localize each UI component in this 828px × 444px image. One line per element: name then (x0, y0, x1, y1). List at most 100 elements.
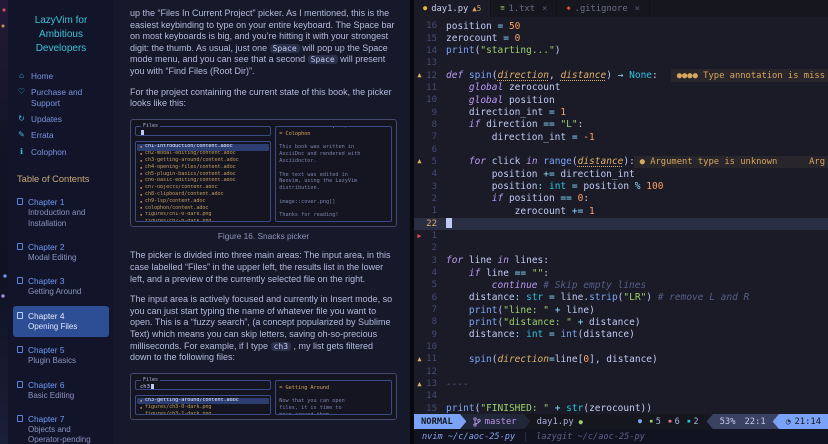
editor-line[interactable]: 16position = 50 (414, 20, 828, 32)
editor-line[interactable]: 11 global zerocount (414, 82, 828, 94)
editor-line[interactable]: 4 position += direction_int (414, 168, 828, 180)
editor-line[interactable]: 3 position: int = position % 100 (414, 180, 828, 192)
statusline-filename: day1.py ● (530, 414, 590, 429)
chapter-number: Chapter 3 (28, 276, 81, 286)
tab-close-icon[interactable]: × (635, 4, 640, 14)
inline-code: Space (270, 44, 300, 53)
editor-line[interactable]: 10 global position (414, 94, 828, 106)
chapter-title: Introduction and Installation (28, 208, 105, 229)
preview-line: Now that you can open (279, 398, 388, 405)
preview-line: distribution. (279, 185, 388, 192)
sidebar-item-purchase-and-support[interactable]: ♡ Purchase and Support (13, 84, 109, 111)
purchase-icon: ♡ (17, 87, 26, 97)
file-path: ch4-opening-files/content.adoc (145, 164, 236, 171)
tab-.gitignore[interactable]: ◆.gitignore× (557, 0, 650, 17)
picker-file-list: ▪ch1-introduction/content.adoc▪ch2-modal… (135, 141, 271, 222)
picker-file-row: ▪colophon/content.adoc (137, 205, 269, 212)
tab-day1.py[interactable]: ●day1.py▲5 (414, 0, 491, 17)
line-number: 13 (425, 379, 446, 389)
file-path: colophon/content.adoc (145, 205, 209, 212)
terminal-tab[interactable]: lazygit ~/c/aoc-25-py (525, 432, 655, 442)
picker-file-row: ▪figures/ch3-1-dark.png (137, 411, 269, 414)
picker-file-row: ▪ch1-introduction/content.adoc (137, 144, 269, 151)
file-path: ch7-objects/content.adoc (145, 185, 218, 192)
editor-line[interactable]: 15zerocount = 0 (414, 32, 828, 44)
editor-line[interactable]: ▲13---- (414, 378, 828, 390)
file-icon: ▪ (140, 166, 142, 170)
editor-line[interactable]: 15print("FINISHED: " + str(zerocount)) (414, 403, 828, 414)
file-path: ch3-getting-around/content.adoc (145, 157, 239, 164)
editor-line[interactable]: 1 zerocount += 1 (414, 205, 828, 217)
line-number: 1 (425, 206, 446, 216)
editor-line[interactable]: 22 (414, 218, 828, 230)
editor-line[interactable]: 13 (414, 57, 828, 69)
editor-line[interactable]: 8 if direction == "L": (414, 119, 828, 131)
warn-sign-icon: ▲ (414, 381, 425, 388)
editor-line[interactable]: ▲11 spin(direction=line[0], distance) (414, 353, 828, 365)
file-icon: ▪ (140, 206, 142, 210)
book-content: up the “Files In Current Project” picker… (114, 0, 410, 444)
editor-line[interactable]: ▲5 for click in range(distance):● Argume… (414, 156, 828, 168)
sidebar-item-label: Purchase and Support (31, 87, 105, 108)
editor-line[interactable]: 12 (414, 366, 828, 378)
chapter-number: Chapter 6 (28, 380, 74, 390)
picker2-file-list: ▪ch3-getting-around/content.adoc▪figures… (135, 395, 271, 415)
editor-buffer[interactable]: 16position = 5015zerocount = 014print("s… (414, 17, 828, 414)
sidebar-item-updates[interactable]: ↻Updates (13, 111, 109, 127)
code-text: print("starting...") (446, 45, 560, 56)
toc-chapter[interactable]: Chapter 4Opening Files (13, 306, 109, 337)
toc-chapter[interactable]: Chapter 2Modal Editing (13, 237, 109, 268)
sidebar-item-home[interactable]: ⌂Home (13, 68, 109, 84)
picker2-preview-label: content.adoc (346, 380, 386, 383)
code-text: global position (446, 95, 555, 106)
toc-chapter[interactable]: Chapter 3Getting Around (13, 271, 109, 302)
editor-line[interactable]: 8 print("distance: " + distance) (414, 316, 828, 328)
preview-line: Neovim, using the LazyVim (279, 178, 388, 185)
editor-line[interactable]: 2 (414, 242, 828, 254)
picker-file-row: ▪ch6-basic-editing/content.adoc (137, 178, 269, 185)
editor-line[interactable]: 10 (414, 341, 828, 353)
picker-file-row: ▪ch9-lsp/content.adoc (137, 198, 269, 205)
sidebar-item-errata[interactable]: ✎Errata (13, 127, 109, 143)
toc-chapter[interactable]: Chapter 5Plugin Basics (13, 340, 109, 371)
preview-line: files, it is time to (279, 405, 388, 412)
toc-chapter[interactable]: Chapter 1Introduction and Installation (13, 192, 109, 234)
picker2-input-value: ch3 (140, 382, 154, 394)
statusline-badge: ● (638, 418, 642, 425)
editor-line[interactable]: 3for line in lines: (414, 255, 828, 267)
code-text: position = 50 (446, 21, 520, 32)
colophon-icon: ℹ (17, 147, 26, 157)
sidebar-item-label: Home (31, 71, 53, 81)
editor-line[interactable]: 7 print("line: " + line) (414, 304, 828, 316)
editor-line[interactable]: 6 (414, 143, 828, 155)
editor-line[interactable]: 9 distance: int = int(distance) (414, 329, 828, 341)
line-number: 12 (425, 71, 446, 81)
tab-1.txt[interactable]: ≡1.txt× (491, 0, 557, 17)
book-icon (17, 277, 23, 284)
editor-line[interactable]: 7 direction_int = -1 (414, 131, 828, 143)
toc-chapter[interactable]: Chapter 6Basic Editing (13, 375, 109, 406)
tab-close-icon[interactable]: × (542, 4, 547, 14)
editor-line[interactable]: 14print("starting...") (414, 45, 828, 57)
terminal-tab[interactable]: nvim ~/c/aoc-25-py (422, 432, 525, 442)
figure-caption: Figure 16. Snacks picker (130, 231, 397, 243)
editor-line[interactable]: ▶1 (414, 230, 828, 242)
screen: LazyVim for Ambitious Developers ⌂Home♡P… (0, 0, 828, 444)
editor-line[interactable]: 4 if line == "": (414, 267, 828, 279)
file-icon: ▪ (140, 152, 142, 156)
editor-line[interactable]: 9 direction_int = 1 (414, 106, 828, 118)
book-sidebar: LazyVim for Ambitious Developers ⌂Home♡P… (8, 0, 114, 444)
editor-line[interactable]: 14 (414, 390, 828, 402)
statusline-clock: ◔ 21:14 (779, 414, 828, 429)
code-text: def spin(direction, distance) → None: (446, 70, 658, 81)
line-number: 12 (425, 367, 446, 377)
picker2-left-pane: Files ch3 ▪ch3-getting-around/content.ad… (135, 380, 271, 415)
editor-line[interactable]: 5 continue # Skip empty lines (414, 279, 828, 291)
toc-chapter[interactable]: Chapter 7Objects and Operator-pending mo… (13, 409, 109, 444)
code-text: direction_int = 1 (446, 107, 566, 118)
sidebar-item-colophon[interactable]: ℹColophon (13, 144, 109, 160)
preview-line: = Getting Around (279, 385, 388, 392)
editor-line[interactable]: ▲12def spin(direction, distance) → None:… (414, 69, 828, 81)
editor-line[interactable]: 6 distance: str = line.strip("LR") # rem… (414, 292, 828, 304)
editor-line[interactable]: 2 if position == 0: (414, 193, 828, 205)
